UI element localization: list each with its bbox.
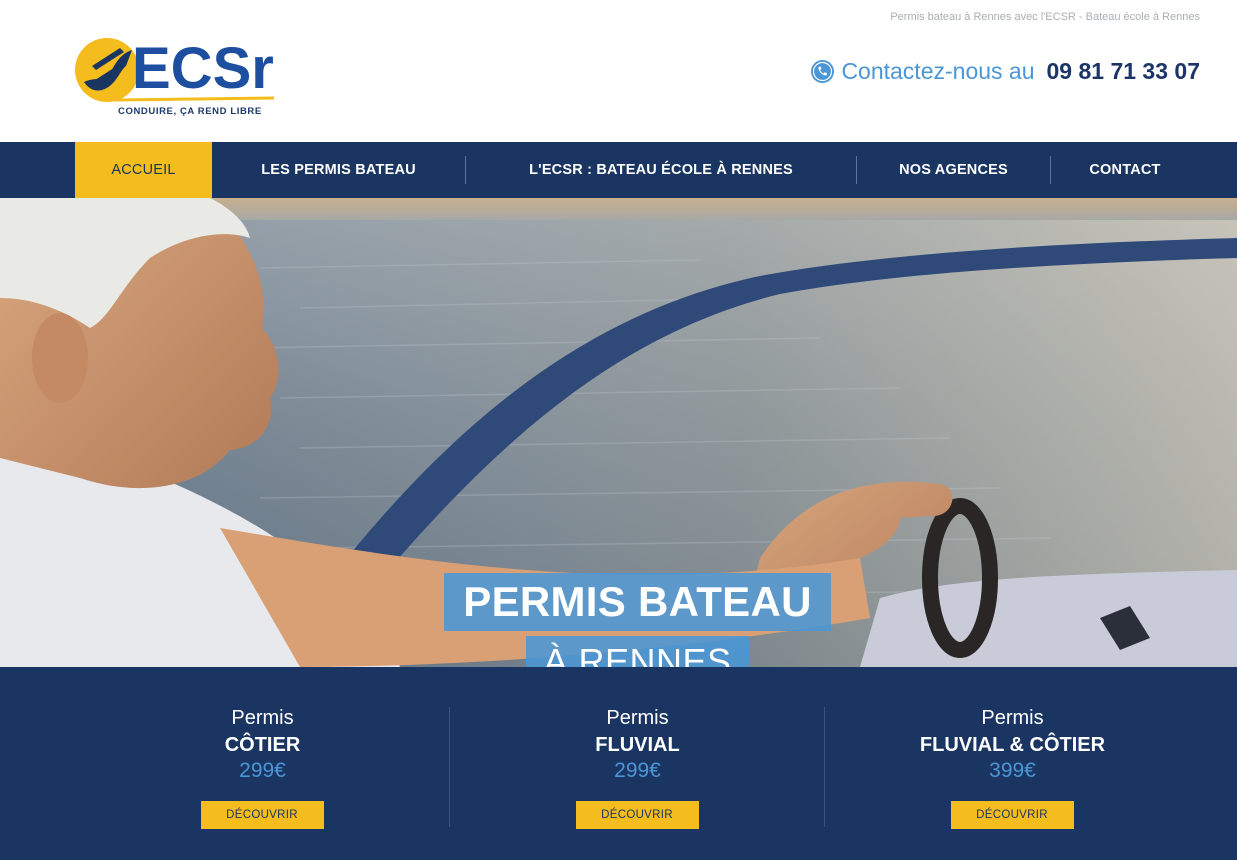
pricing-card-label: Permis bbox=[606, 707, 669, 729]
hero-banner: PERMIS BATEAU À RENNES bbox=[0, 198, 1237, 667]
hero-subtitle: À RENNES bbox=[526, 636, 749, 667]
pricing-card-price: 299€ bbox=[239, 759, 286, 782]
logo-text: ECSr bbox=[132, 36, 274, 101]
logo-mark: ECSr bbox=[75, 36, 275, 102]
decouvrir-button-fluvial[interactable]: DÉCOUVRIR bbox=[575, 801, 699, 829]
nav-item-ecsr[interactable]: L'ECSR : BATEAU ÉCOLE À RENNES bbox=[466, 142, 856, 198]
pricing-card-cotier: Permis CÔTIER 299€ DÉCOUVRIR bbox=[75, 667, 450, 860]
nav-item-agences[interactable]: NOS AGENCES bbox=[857, 142, 1050, 198]
hero-title: PERMIS BATEAU bbox=[444, 573, 831, 631]
pricing-card-fluvial-cotier: Permis FLUVIAL & CÔTIER 399€ DÉCOUVRIR bbox=[825, 667, 1200, 860]
nav-item-accueil[interactable]: ACCUEIL bbox=[75, 142, 212, 198]
phone-icon bbox=[811, 60, 835, 83]
nav-item-contact[interactable]: CONTACT bbox=[1051, 142, 1199, 198]
pricing-card-fluvial: Permis FLUVIAL 299€ DÉCOUVRIR bbox=[450, 667, 825, 860]
pricing-card-label: Permis bbox=[981, 707, 1044, 729]
pricing-card-price: 299€ bbox=[614, 759, 661, 782]
contact-phone-number[interactable]: 09 81 71 33 07 bbox=[1047, 58, 1200, 85]
site-logo[interactable]: ECSr CONDUIRE, ÇA REND LIBRE bbox=[74, 36, 289, 122]
contact-block[interactable]: Contactez-nous au 09 81 71 33 07 bbox=[810, 58, 1200, 85]
contact-label: Contactez-nous au bbox=[841, 58, 1035, 84]
pricing-card-name: FLUVIAL & CÔTIER bbox=[919, 734, 1106, 756]
pricing-card-name: FLUVIAL bbox=[595, 734, 680, 756]
logo-subtitle: CONDUIRE, ÇA REND LIBRE bbox=[118, 106, 262, 117]
pricing-card-name: CÔTIER bbox=[224, 734, 301, 756]
site-tagline: Permis bateau à Rennes avec l'ECSR - Bat… bbox=[890, 11, 1200, 23]
page: Permis bateau à Rennes avec l'ECSR - Bat… bbox=[0, 0, 1237, 860]
site-header: Permis bateau à Rennes avec l'ECSR - Bat… bbox=[0, 0, 1237, 142]
decouvrir-button-fluvial-cotier[interactable]: DÉCOUVRIR bbox=[950, 801, 1074, 829]
decouvrir-button-cotier[interactable]: DÉCOUVRIR bbox=[200, 801, 324, 829]
nav-item-permis-bateau[interactable]: LES PERMIS BATEAU bbox=[212, 142, 465, 198]
pricing-card-label: Permis bbox=[231, 707, 294, 729]
pricing-card-price: 399€ bbox=[989, 759, 1036, 782]
pricing-section: Permis CÔTIER 299€ DÉCOUVRIR Permis FLUV… bbox=[0, 667, 1237, 860]
main-nav: ACCUEIL LES PERMIS BATEAU L'ECSR : BATEA… bbox=[0, 142, 1237, 198]
